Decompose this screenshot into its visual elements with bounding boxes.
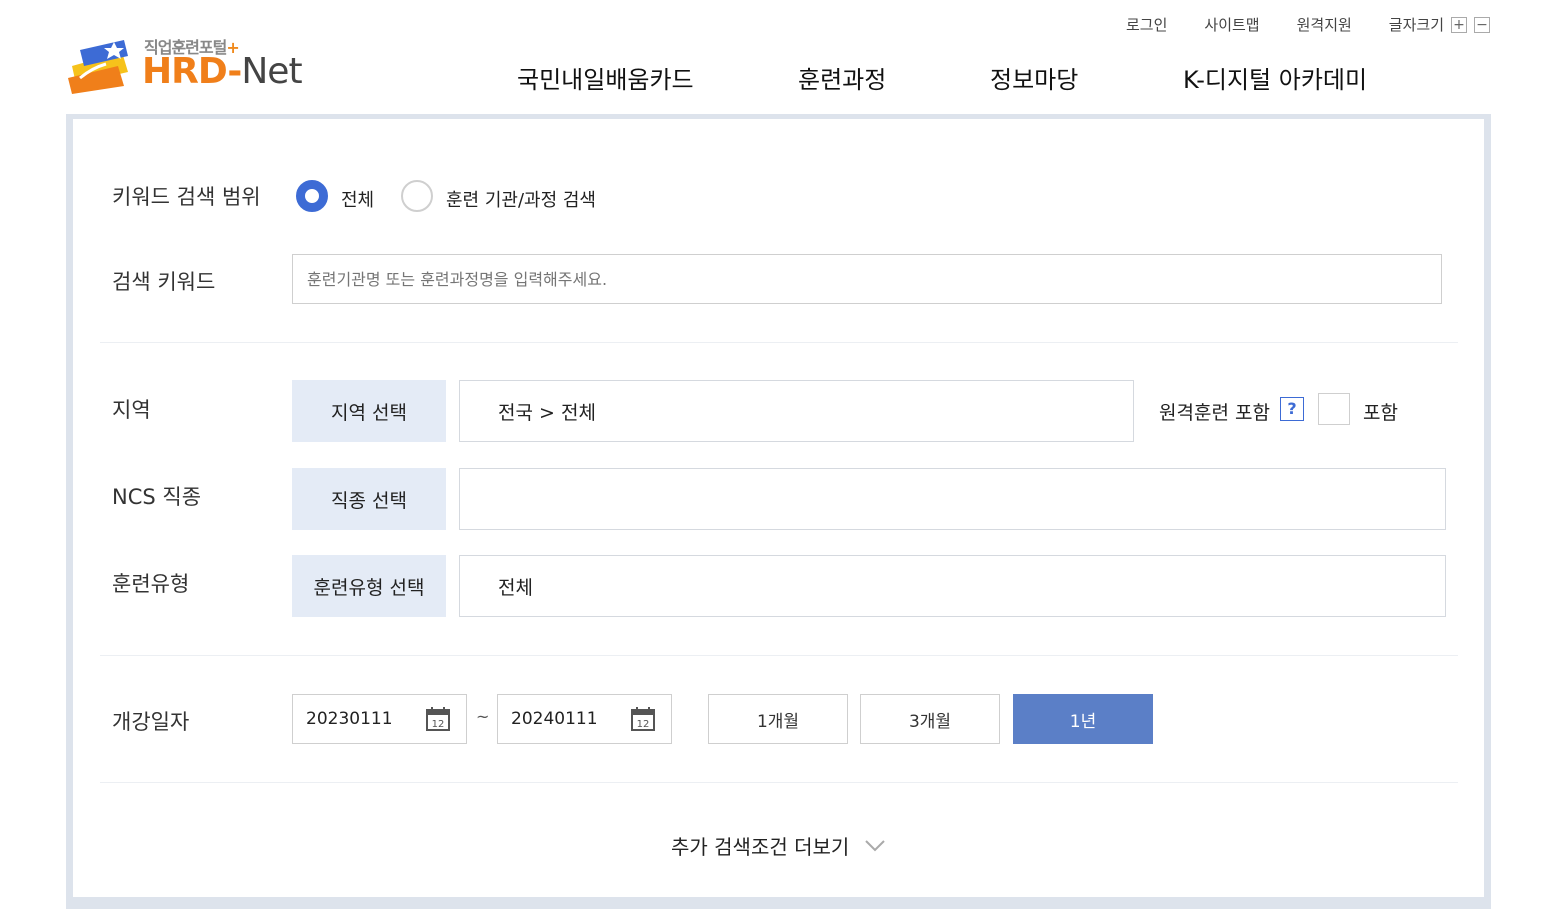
- region-label: 지역: [112, 398, 151, 422]
- font-size-label: 글자크기: [1388, 16, 1444, 34]
- start-date-input[interactable]: 20230111 12: [292, 694, 467, 744]
- training-type-value: 전체: [459, 555, 1446, 617]
- training-type-label: 훈련유형: [112, 572, 190, 596]
- end-date-input[interactable]: 20240111 12: [497, 694, 672, 744]
- training-type-select-button[interactable]: 훈련유형 선택: [292, 555, 446, 617]
- more-conditions-button[interactable]: 추가 검색조건 더보기: [671, 831, 886, 860]
- nav-training-courses[interactable]: 훈련과정: [798, 60, 886, 95]
- period-3-months-button[interactable]: 3개월: [860, 694, 1000, 744]
- more-conditions-label: 추가 검색조건 더보기: [671, 835, 850, 859]
- keyword-scope-label: 키워드 검색 범위: [112, 185, 261, 209]
- calendar-icon[interactable]: 12: [631, 707, 655, 731]
- end-date-value: 20240111: [511, 709, 598, 729]
- svg-text:12: 12: [637, 719, 650, 730]
- nav-information[interactable]: 정보마당: [990, 60, 1078, 95]
- ncs-select-button[interactable]: 직종 선택: [292, 468, 446, 530]
- keyword-input[interactable]: [292, 254, 1442, 304]
- hrd-net-logo[interactable]: 직업훈련포털+ HRD-Net: [66, 34, 316, 94]
- svg-text:12: 12: [432, 719, 445, 730]
- remote-support-link[interactable]: 원격지원: [1297, 14, 1352, 35]
- scope-all-label[interactable]: 전체: [341, 186, 374, 212]
- remote-training-include-label[interactable]: 포함: [1363, 398, 1398, 425]
- scope-institution-radio[interactable]: [401, 180, 433, 212]
- search-panel-inner: 키워드 검색 범위 전체 훈련 기관/과정 검색 검색 키워드 지역 지역 선택…: [73, 119, 1484, 897]
- remote-training-label: 원격훈련 포함: [1159, 402, 1270, 424]
- logo-title: HRD-Net: [142, 51, 303, 92]
- ncs-label: NCS 직종: [112, 485, 202, 509]
- period-1-year-button[interactable]: 1년: [1013, 694, 1153, 744]
- nav-k-digital-academy[interactable]: K-디지털 아카데미: [1183, 60, 1367, 95]
- sitemap-link[interactable]: 사이트맵: [1204, 14, 1259, 35]
- divider: [100, 342, 1458, 343]
- date-separator: ~: [476, 707, 490, 726]
- font-decrease-button[interactable]: −: [1474, 16, 1490, 33]
- keyword-label: 검색 키워드: [112, 270, 216, 294]
- nav-national-learning-card[interactable]: 국민내일배움카드: [517, 60, 694, 95]
- remote-training-checkbox[interactable]: [1318, 393, 1350, 425]
- login-link[interactable]: 로그인: [1126, 14, 1167, 35]
- chevron-down-icon: [865, 839, 886, 851]
- divider: [100, 655, 1458, 656]
- scope-institution-label[interactable]: 훈련 기관/과정 검색: [446, 186, 596, 212]
- font-increase-button[interactable]: +: [1451, 16, 1467, 33]
- region-value: 전국 > 전체: [459, 380, 1134, 442]
- start-date-value: 20230111: [306, 709, 393, 729]
- logo-emblem-icon: [68, 40, 128, 94]
- period-1-month-button[interactable]: 1개월: [708, 694, 848, 744]
- utility-bar: 로그인 사이트맵 원격지원 글자크기 + −: [1089, 14, 1490, 35]
- font-size-control: 글자크기 + −: [1389, 14, 1490, 35]
- calendar-icon[interactable]: 12: [426, 707, 450, 731]
- start-date-label: 개강일자: [112, 710, 190, 734]
- scope-all-radio[interactable]: [296, 180, 328, 212]
- remote-training-help-button[interactable]: ?: [1280, 397, 1304, 421]
- search-panel: 키워드 검색 범위 전체 훈련 기관/과정 검색 검색 키워드 지역 지역 선택…: [66, 114, 1491, 909]
- divider: [100, 782, 1458, 783]
- ncs-value: [459, 468, 1446, 530]
- region-select-button[interactable]: 지역 선택: [292, 380, 446, 442]
